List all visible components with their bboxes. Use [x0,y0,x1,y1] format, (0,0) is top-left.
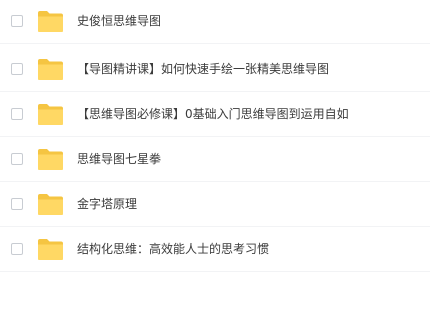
row-checkbox[interactable] [11,63,23,75]
folder-icon [38,194,63,215]
row-checkbox[interactable] [11,108,23,120]
file-list: 史俊恒思维导图 【导图精讲课】如何快速手绘一张精美思维导图 【思维导图必修课】0… [0,0,430,328]
file-row[interactable]: 思维导图七星拳 [0,138,430,182]
folder-icon [38,104,63,125]
file-row[interactable]: 【导图精讲课】如何快速手绘一张精美思维导图 [0,48,430,92]
row-checkbox[interactable] [11,198,23,210]
file-row[interactable]: 【思维导图必修课】0基础入门思维导图到运用自如 [0,93,430,137]
folder-icon [38,59,63,80]
row-checkbox[interactable] [11,153,23,165]
file-row[interactable]: 结构化思维：高效能人士的思考习惯 [0,228,430,272]
file-row[interactable]: 金字塔原理 [0,183,430,227]
file-name[interactable]: 金字塔原理 [77,196,137,212]
file-name[interactable]: 【导图精讲课】如何快速手绘一张精美思维导图 [77,61,329,77]
folder-icon [38,239,63,260]
row-checkbox[interactable] [11,15,23,27]
file-name[interactable]: 史俊恒思维导图 [77,13,161,29]
folder-icon [38,149,63,170]
row-checkbox[interactable] [11,243,23,255]
file-row[interactable]: 史俊恒思维导图 [0,0,430,44]
folder-icon [38,11,63,32]
file-name[interactable]: 结构化思维：高效能人士的思考习惯 [77,241,269,257]
file-name[interactable]: 思维导图七星拳 [77,151,161,167]
file-name[interactable]: 【思维导图必修课】0基础入门思维导图到运用自如 [77,106,349,122]
